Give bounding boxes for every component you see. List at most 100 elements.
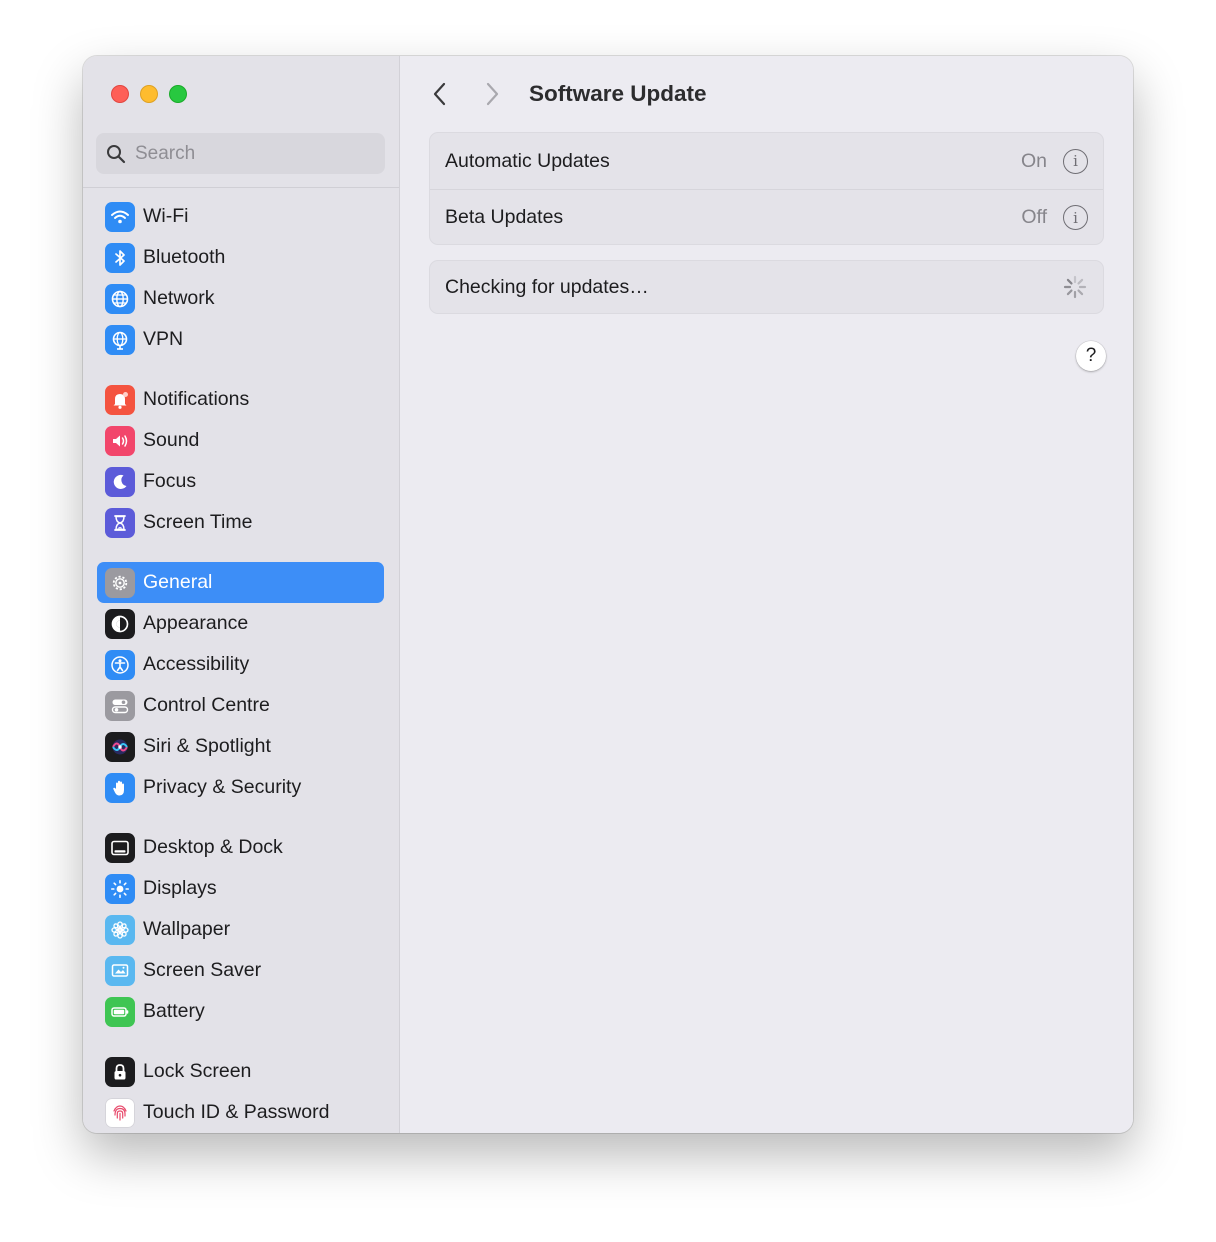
sidebar-item-label: Sound (143, 429, 200, 451)
chevron-left-icon (433, 82, 446, 106)
hourglass-icon (105, 507, 135, 538)
sidebar-item-label: Screen Saver (143, 959, 262, 981)
sun-icon (105, 873, 135, 904)
sidebar-item-wi-fi[interactable]: Wi-Fi (97, 196, 384, 237)
bluetooth-icon (105, 242, 135, 273)
automatic-updates-value: On (1020, 149, 1047, 172)
sidebar-item-label: Lock Screen (143, 1060, 252, 1082)
page-title: Software Update (529, 81, 707, 106)
search-field[interactable] (96, 133, 385, 174)
beta-updates-info-button[interactable]: i (1063, 205, 1088, 230)
automatic-updates-row: Automatic Updates On i (430, 133, 1103, 189)
sidebar-item-label: Battery (143, 1000, 205, 1022)
sidebar-item-label: VPN (143, 328, 184, 350)
sidebar-item-label: Touch ID & Password (143, 1101, 330, 1123)
close-window-button[interactable] (111, 85, 129, 103)
back-button[interactable] (428, 80, 452, 108)
info-icon: i (1073, 208, 1078, 227)
sidebar: Wi-Fi Bluetooth Network VPN Notifications Sou… (83, 56, 400, 1133)
gear-icon (105, 567, 135, 598)
sidebar-group: Wi-Fi Bluetooth Network VPN (97, 196, 384, 360)
wifi-icon (105, 201, 135, 232)
sidebar-divider (83, 187, 399, 188)
sidebar-item-label: Focus (143, 470, 197, 492)
sidebar-item-focus[interactable]: Focus (97, 461, 384, 502)
sidebar-item-sound[interactable]: Sound (97, 420, 384, 461)
dock-icon (105, 832, 135, 863)
accessibility-icon (105, 649, 135, 680)
sidebar-item-network[interactable]: Network (97, 278, 384, 319)
help-button[interactable]: ? (1076, 341, 1106, 371)
toggles-icon (105, 690, 135, 721)
sidebar-item-vpn[interactable]: VPN (97, 319, 384, 360)
sidebar-item-label: Wallpaper (143, 918, 231, 940)
lock-icon (105, 1056, 135, 1087)
sidebar-item-label: Accessibility (143, 653, 250, 675)
main-pane: Software Update Automatic Updates On i B… (400, 56, 1133, 1133)
beta-updates-row: Beta Updates Off i (430, 189, 1103, 245)
sidebar-item-lock-screen[interactable]: Lock Screen (97, 1051, 384, 1092)
settings-window: Wi-Fi Bluetooth Network VPN Notifications Sou… (83, 56, 1133, 1133)
sidebar-item-general[interactable]: General (97, 562, 384, 603)
sidebar-item-displays[interactable]: Displays (97, 868, 384, 909)
sidebar-item-label: Displays (143, 877, 217, 899)
beta-updates-value: Off (1021, 206, 1047, 228)
spinner-icon (1063, 275, 1087, 299)
sidebar-item-label: Siri & Spotlight (143, 735, 271, 757)
moon-icon (105, 466, 135, 497)
appearance-icon (105, 608, 135, 639)
sidebar-item-screen-saver[interactable]: Screen Saver (97, 950, 384, 991)
sidebar-group: Desktop & Dock Displays Wallpaper Screen Sa… (97, 827, 384, 1032)
sidebar-item-accessibility[interactable]: Accessibility (97, 644, 384, 685)
screensaver-icon (105, 955, 135, 986)
sidebar-item-label: Network (143, 287, 215, 309)
beta-updates-label: Beta Updates (445, 206, 564, 228)
minimize-window-button[interactable] (140, 85, 158, 103)
search-input[interactable] (135, 142, 375, 165)
updates-settings-card: Automatic Updates On i Beta Updates Off … (429, 132, 1104, 245)
chevron-right-icon (486, 82, 499, 106)
fingerprint-icon (105, 1097, 135, 1128)
update-status-card: Checking for updates… (429, 260, 1104, 314)
battery-icon (105, 996, 135, 1027)
sidebar-item-notifications[interactable]: Notifications (97, 379, 384, 420)
zoom-window-button[interactable] (169, 85, 187, 103)
sidebar-group: General Appearance Accessibility Control Ce… (97, 562, 384, 808)
sidebar-group: Lock Screen Touch ID & Password (97, 1051, 384, 1133)
sidebar-item-touch-id-and-password[interactable]: Touch ID & Password (97, 1092, 384, 1133)
update-status-text: Checking for updates… (445, 275, 649, 298)
search-icon (107, 144, 126, 163)
sidebar-list: Wi-Fi Bluetooth Network VPN Notifications Sou… (97, 196, 384, 1133)
bell-icon (105, 384, 135, 415)
sidebar-item-label: Notifications (143, 388, 250, 410)
globe-icon (105, 283, 135, 314)
forward-button[interactable] (480, 80, 504, 108)
sidebar-item-label: Privacy & Security (143, 776, 302, 798)
sidebar-item-label: General (143, 571, 213, 593)
sidebar-item-label: Control Centre (143, 694, 270, 716)
sidebar-item-label: Screen Time (143, 511, 253, 533)
sidebar-item-label: Wi-Fi (143, 205, 189, 227)
sidebar-item-label: Desktop & Dock (143, 836, 283, 858)
sidebar-item-label: Bluetooth (143, 246, 226, 268)
automatic-updates-label: Automatic Updates (445, 149, 610, 172)
update-status-row: Checking for updates… (430, 261, 1103, 313)
automatic-updates-info-button[interactable]: i (1063, 148, 1088, 174)
sidebar-item-bluetooth[interactable]: Bluetooth (97, 237, 384, 278)
sidebar-item-wallpaper[interactable]: Wallpaper (97, 909, 384, 950)
sidebar-item-label: Appearance (143, 612, 249, 634)
speaker-icon (105, 425, 135, 456)
siri-icon (105, 731, 135, 762)
vpn-globe-icon (105, 324, 135, 355)
sidebar-group: Notifications Sound Focus Screen Time (97, 379, 384, 543)
sidebar-item-screen-time[interactable]: Screen Time (97, 502, 384, 543)
sidebar-item-appearance[interactable]: Appearance (97, 603, 384, 644)
sidebar-item-siri-and-spotlight[interactable]: Siri & Spotlight (97, 726, 384, 767)
flower-icon (105, 914, 135, 945)
sidebar-item-control-centre[interactable]: Control Centre (97, 685, 384, 726)
sidebar-item-battery[interactable]: Battery (97, 991, 384, 1032)
sidebar-item-desktop-and-dock[interactable]: Desktop & Dock (97, 827, 384, 868)
hand-icon (105, 772, 135, 803)
sidebar-item-privacy-and-security[interactable]: Privacy & Security (97, 767, 384, 808)
window-controls (111, 85, 187, 103)
